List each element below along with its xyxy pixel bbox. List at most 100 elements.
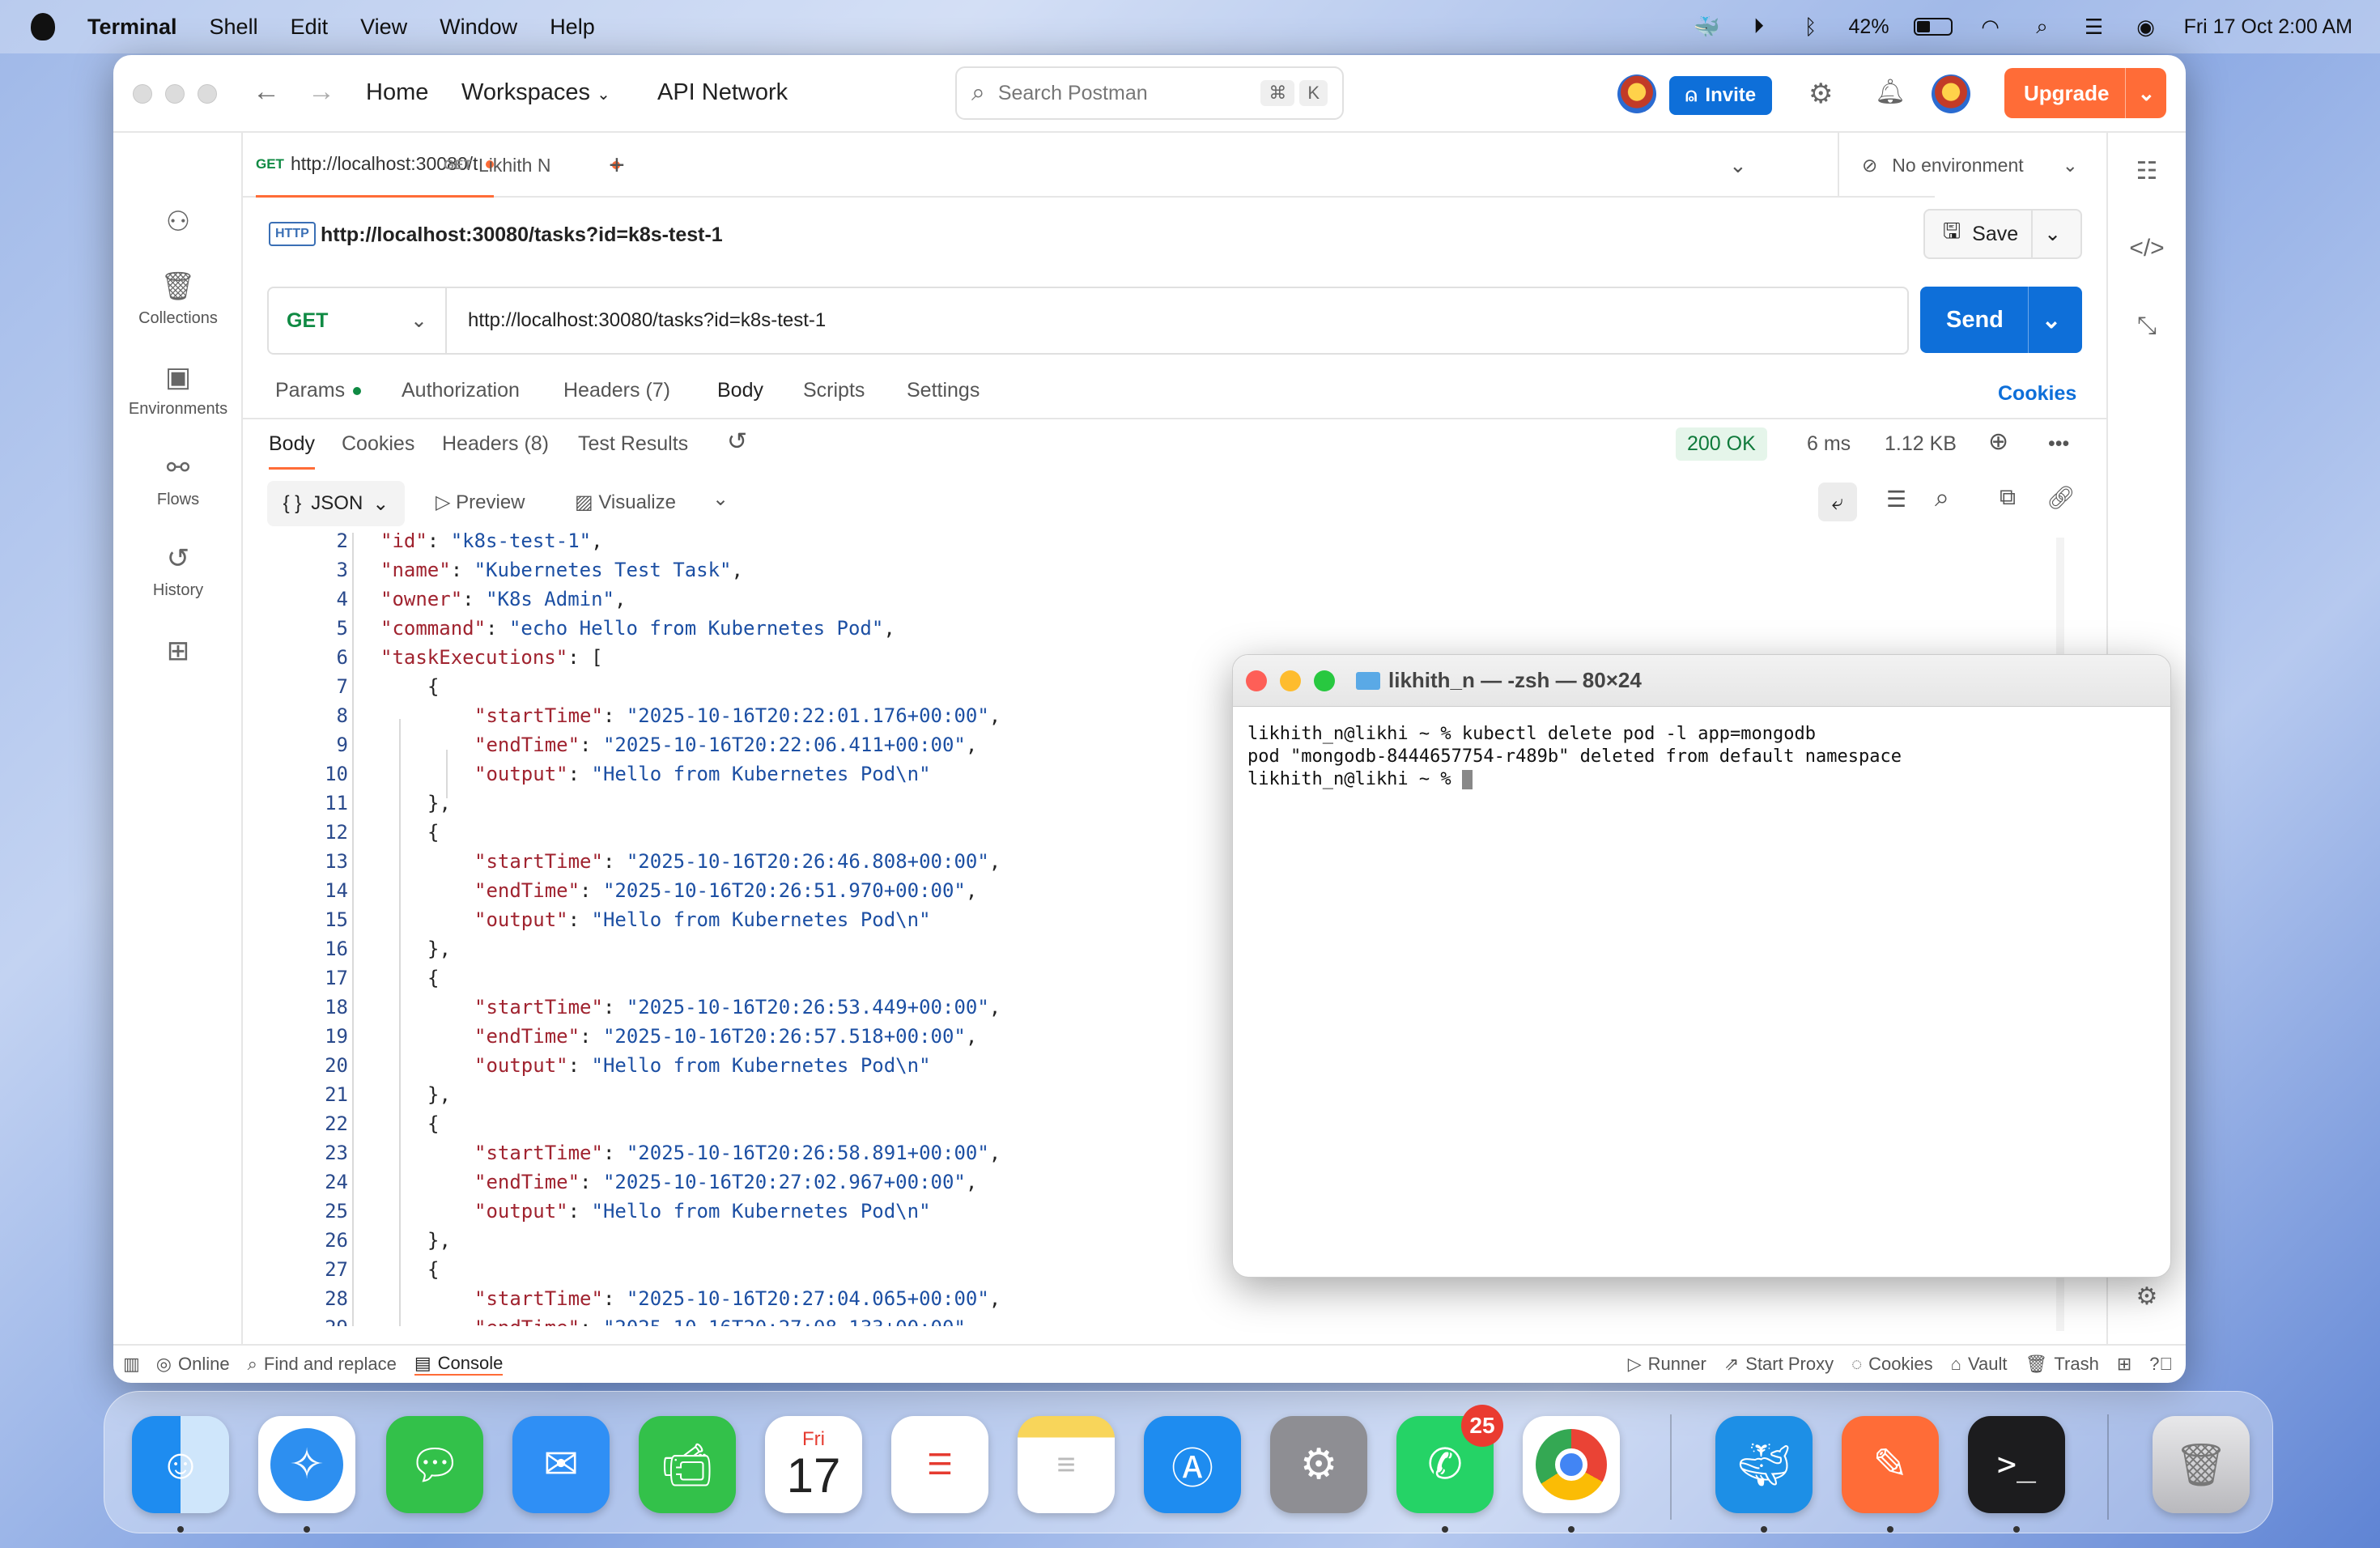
sidebar-item-flows[interactable]: ⚯ Flows xyxy=(113,452,243,509)
sidebar-item-history[interactable]: ↺ History xyxy=(113,542,243,600)
online-status[interactable]: ◎ Online xyxy=(156,1354,230,1375)
response-size[interactable]: 1.12 KB xyxy=(1885,432,1957,456)
url-input[interactable]: http://localhost:30080/tasks?id=k8s-test… xyxy=(447,309,826,332)
visualize-chevron-icon[interactable]: ⌄ xyxy=(712,487,729,511)
docker-app-icon[interactable]: 🐳︎ xyxy=(1715,1416,1813,1513)
menu-edit[interactable]: Edit xyxy=(291,15,329,40)
method-select[interactable]: GET ⌄ xyxy=(269,288,447,353)
copy-icon[interactable]: ⧉ xyxy=(2000,484,2016,511)
sidebar-item-team[interactable]: ⚇ xyxy=(113,206,243,245)
cookies-link[interactable]: Cookies xyxy=(1998,382,2076,406)
request-title[interactable]: http://localhost:30080/tasks?id=k8s-test… xyxy=(321,223,723,247)
terminal-app-icon[interactable]: >_ xyxy=(1968,1416,2065,1513)
send-button[interactable]: Send ⌄ xyxy=(1920,287,2082,353)
response-history-icon[interactable]: ↺ xyxy=(727,427,747,456)
window-minimize-button[interactable] xyxy=(165,84,185,104)
team-avatar[interactable] xyxy=(1617,74,1656,113)
tab-settings[interactable]: Settings xyxy=(907,379,980,402)
terminal-titlebar[interactable]: likhith_n — -zsh — 80×24 xyxy=(1233,655,2170,707)
find-replace-button[interactable]: ⌕ Find and replace xyxy=(248,1354,397,1375)
terminal-zoom-button[interactable] xyxy=(1314,670,1335,691)
environment-selector[interactable]: ⊘ No environment ⌄ xyxy=(1838,133,2097,198)
status-badge[interactable]: 200 OK xyxy=(1676,427,1767,461)
menu-window[interactable]: Window xyxy=(440,15,517,40)
search-response-icon[interactable]: ⌕ xyxy=(1935,483,1949,513)
workspaces-menu[interactable]: Workspaces ⌄ xyxy=(461,79,610,106)
response-tab-cookies[interactable]: Cookies xyxy=(342,432,414,456)
wrap-lines-icon[interactable]: ⤶ xyxy=(1818,483,1857,521)
start-proxy-button[interactable]: ⇗ Start Proxy xyxy=(1724,1354,1834,1375)
runner-button[interactable]: ▷ Runner xyxy=(1628,1354,1706,1375)
wifi-icon[interactable]: ◠ xyxy=(1977,15,2004,39)
tab-headers[interactable]: Headers (7) xyxy=(563,379,670,402)
window-zoom-button[interactable] xyxy=(198,84,217,104)
api-network-link[interactable]: API Network xyxy=(657,79,788,106)
bluetooth-icon[interactable]: ᛒ xyxy=(1797,15,1825,39)
siri-icon[interactable]: ◉ xyxy=(2132,15,2160,39)
request-tab-2[interactable]: GET Likhith N xyxy=(444,133,621,198)
tab-scripts[interactable]: Scripts xyxy=(803,379,865,402)
menu-app-name[interactable]: Terminal xyxy=(87,15,177,40)
settings-gear-icon[interactable]: ⚙ xyxy=(1808,78,1833,110)
play-tray-icon[interactable]: ⏵ xyxy=(1745,14,1773,38)
response-tab-test-results[interactable]: Test Results xyxy=(578,432,688,456)
control-center-icon[interactable]: ☰ xyxy=(2080,15,2108,39)
settings-rail-icon[interactable]: ⚙ xyxy=(2108,1282,2186,1311)
vault-button[interactable]: ⌂ Vault xyxy=(1951,1354,2008,1375)
terminal-close-button[interactable] xyxy=(1246,670,1267,691)
menu-help[interactable]: Help xyxy=(550,15,595,40)
globe-icon[interactable]: ⊕ xyxy=(1988,427,2008,456)
terminal-content[interactable]: likhith_n@likhi ~ % kubectl delete pod -… xyxy=(1233,707,2170,807)
save-chevron-icon[interactable]: ⌄ xyxy=(2031,211,2072,257)
sidebar-item-environments[interactable]: ▣ Environments xyxy=(113,361,243,419)
safari-app-icon[interactable]: ✧ xyxy=(258,1416,355,1513)
user-avatar[interactable] xyxy=(1932,74,1970,113)
response-time[interactable]: 6 ms xyxy=(1807,432,1851,456)
upgrade-button[interactable]: Upgrade ⌄ xyxy=(2004,68,2166,118)
documentation-icon[interactable]: ☷ xyxy=(2108,157,2186,185)
menu-clock[interactable]: Fri 17 Oct 2:00 AM xyxy=(2184,15,2352,39)
invite-button[interactable]: ⍝ Invite xyxy=(1669,76,1773,115)
more-options-icon[interactable]: ••• xyxy=(2048,432,2069,456)
docker-tray-icon[interactable]: 🐳 xyxy=(1694,15,1721,39)
link-icon[interactable]: 🔗︎ xyxy=(2046,484,2076,511)
tabs-overflow-chevron-icon[interactable]: ⌄ xyxy=(1729,133,1747,198)
whatsapp-app-icon[interactable]: ✆ 25 xyxy=(1396,1405,1503,1513)
chrome-app-icon[interactable] xyxy=(1523,1416,1620,1513)
notifications-bell-icon[interactable]: 🔔︎ xyxy=(1875,78,1906,106)
notes-app-icon[interactable]: ≡ xyxy=(1018,1416,1115,1513)
format-select[interactable]: { } JSON ⌄ xyxy=(267,481,405,526)
home-link[interactable]: Home xyxy=(366,79,428,106)
help-icon[interactable]: ?⃝ xyxy=(2149,1354,2173,1375)
battery-icon[interactable] xyxy=(1913,18,1953,36)
postman-app-icon[interactable]: ✎ xyxy=(1842,1416,1939,1513)
tab-params[interactable]: Params xyxy=(275,379,362,402)
calendar-app-icon[interactable]: Fri 17 xyxy=(765,1416,862,1513)
search-input[interactable]: ⌕ Search Postman ⌘ K xyxy=(955,66,1344,120)
terminal-minimize-button[interactable] xyxy=(1280,670,1301,691)
preview-button[interactable]: ▷ Preview xyxy=(436,491,525,514)
upgrade-chevron-icon[interactable]: ⌄ xyxy=(2125,68,2166,118)
finder-app-icon[interactable]: ☺ xyxy=(132,1416,229,1513)
cookies-button[interactable]: ◌ Cookies xyxy=(1851,1354,1933,1375)
sidebar-item-add[interactable]: ⊞ xyxy=(113,635,243,674)
tab-body[interactable]: Body xyxy=(717,379,763,402)
response-tab-body[interactable]: Body xyxy=(269,432,315,470)
console-button[interactable]: ▤ Console xyxy=(414,1353,504,1376)
facetime-app-icon[interactable]: 📹︎ xyxy=(639,1416,736,1513)
window-close-button[interactable] xyxy=(133,84,152,104)
apple-menu-icon[interactable] xyxy=(31,13,55,40)
response-tab-headers[interactable]: Headers (8) xyxy=(442,432,549,456)
messages-app-icon[interactable]: 💬︎ xyxy=(386,1416,483,1513)
code-icon[interactable]: </> xyxy=(2108,235,2186,262)
menu-shell[interactable]: Shell xyxy=(210,15,258,40)
mail-app-icon[interactable]: ✉ xyxy=(512,1416,610,1513)
layout-icon[interactable]: ⊞ xyxy=(2117,1354,2131,1375)
save-button[interactable]: 🖫 Save ⌄ xyxy=(1923,209,2082,259)
send-chevron-icon[interactable]: ⌄ xyxy=(2027,287,2074,353)
trash-button[interactable]: 🗑︎ Trash xyxy=(2025,1354,2098,1375)
spotlight-search-icon[interactable]: ⌕ xyxy=(2029,14,2056,38)
menu-view[interactable]: View xyxy=(360,15,407,40)
tab-authorization[interactable]: Authorization xyxy=(402,379,520,402)
visualize-button[interactable]: ▨ Visualize xyxy=(575,491,676,514)
